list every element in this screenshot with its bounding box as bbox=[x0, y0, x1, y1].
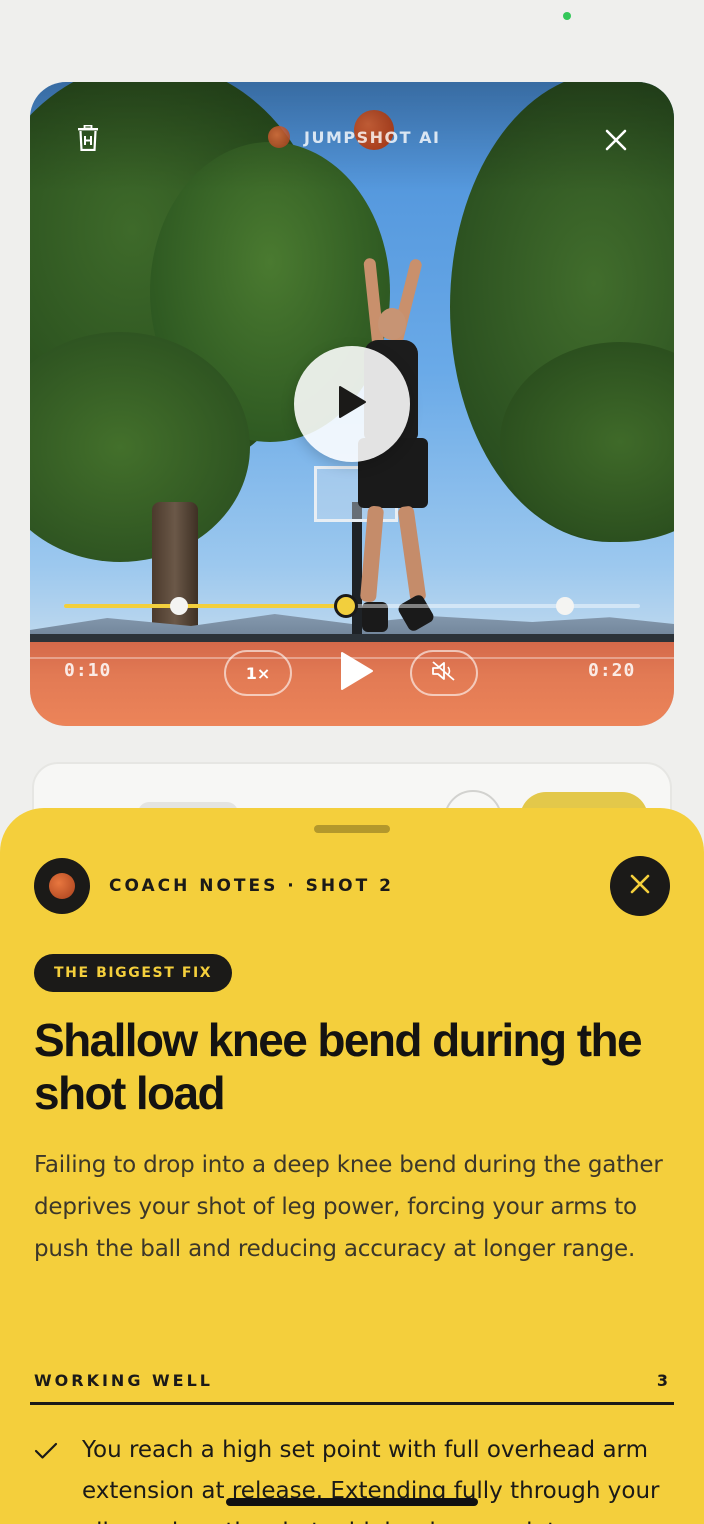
list-item-text: You reach a high set point with full ove… bbox=[82, 1437, 660, 1524]
small-play-button[interactable] bbox=[334, 650, 378, 696]
mute-icon bbox=[431, 660, 457, 686]
coach-notes-sheet: COACH NOTES · SHOT 2 THE BIGGEST FIX Sha… bbox=[0, 808, 704, 1524]
fix-description: Failing to drop into a deep knee bend du… bbox=[34, 1152, 663, 1262]
close-sheet-button[interactable] bbox=[610, 856, 670, 916]
delete-button[interactable] bbox=[72, 122, 104, 158]
trim-end-handle[interactable] bbox=[556, 597, 575, 615]
sheet-grabber[interactable] bbox=[314, 825, 390, 833]
section-count: 3 bbox=[656, 1370, 668, 1390]
video-player[interactable]: JUMPSHOT AI 0:10 1× 0:20 bbox=[30, 82, 674, 726]
checkmark-icon bbox=[34, 1430, 82, 1470]
status-badge: THE BIGGEST FIX bbox=[34, 954, 233, 992]
video-scene-fence bbox=[30, 634, 674, 642]
close-video-button[interactable] bbox=[598, 124, 634, 160]
camera-indicator-dot bbox=[563, 12, 571, 20]
section-divider bbox=[30, 1402, 674, 1405]
trim-start-handle[interactable] bbox=[170, 597, 189, 615]
speed-label: 1× bbox=[245, 663, 271, 683]
close-icon bbox=[630, 874, 650, 898]
time-end-label: 0:20 bbox=[588, 660, 636, 681]
play-icon bbox=[337, 385, 367, 423]
close-icon bbox=[605, 129, 627, 155]
brand-name: JUMPSHOT AI bbox=[304, 127, 441, 147]
video-scrubber[interactable] bbox=[64, 594, 640, 618]
time-start-label: 0:10 bbox=[64, 660, 112, 681]
play-button[interactable] bbox=[294, 346, 410, 462]
home-indicator[interactable] bbox=[226, 1498, 478, 1506]
page-title: Shallow knee bend during the shot load bbox=[34, 1014, 643, 1119]
avatar bbox=[34, 858, 90, 914]
section-label: WORKING WELL bbox=[34, 1370, 213, 1390]
sheet-title: COACH NOTES · SHOT 2 bbox=[109, 876, 394, 896]
trash-icon bbox=[77, 124, 99, 155]
list-item: You reach a high set point with full ove… bbox=[34, 1430, 674, 1524]
scrubber-progress bbox=[64, 604, 347, 608]
playback-controls: 0:10 1× 0:20 bbox=[30, 648, 674, 696]
video-brand: JUMPSHOT AI bbox=[268, 122, 440, 152]
working-well-header: WORKING WELL 3 bbox=[34, 1366, 668, 1394]
basketball-icon bbox=[49, 873, 75, 899]
video-scene-player-leg bbox=[397, 505, 427, 603]
playhead-handle[interactable] bbox=[334, 594, 359, 618]
playback-speed-button[interactable]: 1× bbox=[224, 650, 292, 696]
mute-button[interactable] bbox=[410, 650, 478, 696]
play-icon bbox=[338, 651, 374, 695]
video-scene-player-head bbox=[378, 308, 406, 340]
basketball-logo-icon bbox=[268, 126, 290, 148]
sheet-header: COACH NOTES · SHOT 2 bbox=[34, 858, 394, 914]
